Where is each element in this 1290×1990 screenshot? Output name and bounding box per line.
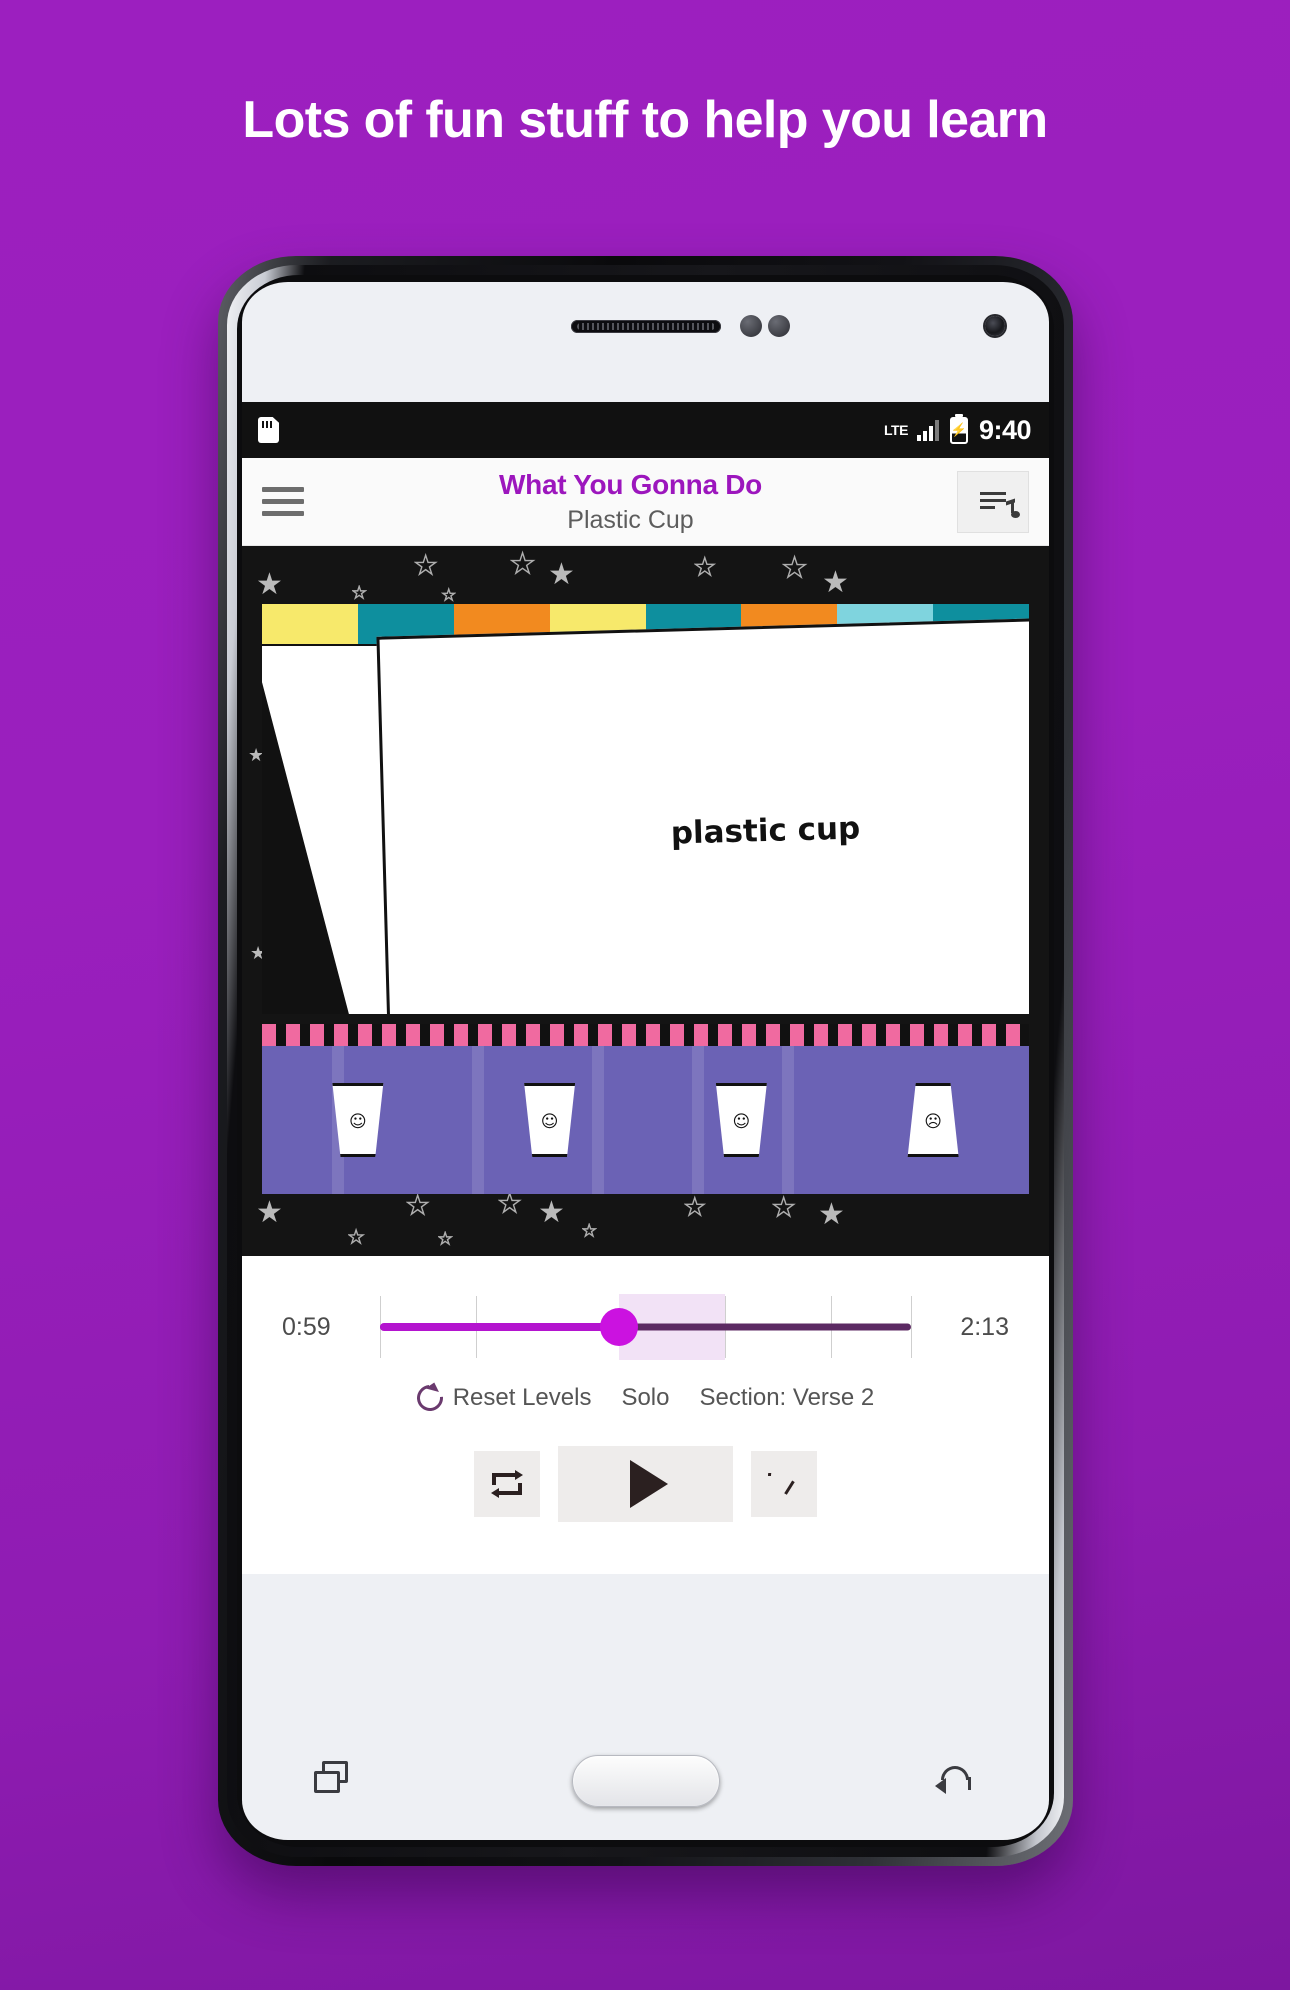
home-button[interactable] — [571, 1755, 720, 1807]
phone-screen: LTE 9:40 What You Gonna Do Plastic Cup — [242, 402, 1049, 1574]
status-bar-right: LTE 9:40 — [884, 415, 1031, 446]
seek-progress-fill — [380, 1323, 619, 1331]
tempo-button[interactable] — [751, 1451, 817, 1517]
cup-character-upside-down: ☹ — [907, 1083, 959, 1157]
toolbar-titles: What You Gonna Do Plastic Cup — [304, 469, 957, 533]
loop-repeat-icon — [490, 1470, 524, 1498]
player-controls: 0:59 2:13 Reset Levels Solo Section: Ver… — [242, 1256, 1049, 1522]
front-camera-icon — [985, 316, 1005, 336]
solo-button[interactable]: Solo — [621, 1384, 669, 1412]
page-title: What You Gonna Do — [499, 469, 762, 501]
seek-slider[interactable] — [380, 1290, 912, 1364]
tempo-dial-icon — [767, 1473, 801, 1495]
sd-card-icon — [258, 417, 279, 443]
reset-levels-button[interactable]: Reset Levels — [411, 1379, 592, 1417]
reset-levels-icon — [411, 1379, 449, 1417]
playlist-music-icon[interactable] — [957, 470, 1029, 533]
recents-icon[interactable] — [314, 1761, 358, 1801]
album-artwork-panel: ★ ★ ★ ★ ★ ★ ★ ★ ★ ★ ★ ★ ★ ★ ★ ★ ★ ★ ★ ★ … — [242, 546, 1049, 1256]
status-bar-clock: 9:40 — [978, 414, 1032, 445]
light-sensor-icon — [767, 315, 790, 337]
phone-mockup: LTE 9:40 What You Gonna Do Plastic Cup — [218, 256, 1073, 1866]
album-title-banner: plastic cup — [376, 615, 1029, 1014]
play-icon — [629, 1460, 668, 1508]
cup-characters-strip: ☺ ☺ ☺ ☹ — [262, 1046, 1029, 1194]
play-button[interactable] — [558, 1446, 733, 1522]
music-note-icon — [998, 498, 1020, 518]
network-type-label: LTE — [884, 422, 908, 438]
cup-character-tambourine: ☺ — [524, 1083, 576, 1157]
filmstrip-divider — [262, 1024, 1029, 1048]
cup-character-singing: ☺ — [715, 1083, 767, 1157]
artist-subtitle: Plastic Cup — [567, 505, 694, 534]
battery-charging-icon — [949, 416, 968, 444]
reset-levels-label: Reset Levels — [452, 1384, 592, 1411]
signal-bars-icon — [916, 419, 941, 441]
transport-row — [242, 1412, 1049, 1522]
album-cover-art: plastic cup plastic cup — [262, 604, 1029, 1014]
options-row: Reset Levels Solo Section: Verse 2 — [242, 1370, 1049, 1417]
status-bar-left — [258, 417, 279, 443]
section-selector[interactable]: Section: Verse 2 — [700, 1384, 875, 1412]
app-toolbar: What You Gonna Do Plastic Cup — [242, 458, 1049, 546]
total-time: 2:13 — [960, 1312, 1009, 1341]
proximity-sensor-icon — [739, 315, 762, 337]
phone-face: LTE 9:40 What You Gonna Do Plastic Cup — [242, 282, 1049, 1840]
elapsed-time: 0:59 — [282, 1312, 331, 1341]
promo-headline: Lots of fun stuff to help you learn — [242, 91, 1048, 149]
loop-button[interactable] — [474, 1451, 540, 1517]
back-icon[interactable] — [933, 1764, 977, 1798]
hamburger-menu-icon[interactable] — [262, 487, 304, 516]
android-navigation-bar — [242, 1722, 1049, 1840]
status-bar: LTE 9:40 — [242, 402, 1049, 458]
earpiece-speaker — [570, 320, 721, 333]
seek-thumb[interactable] — [599, 1308, 638, 1346]
seek-row: 0:59 2:13 — [242, 1256, 1049, 1370]
